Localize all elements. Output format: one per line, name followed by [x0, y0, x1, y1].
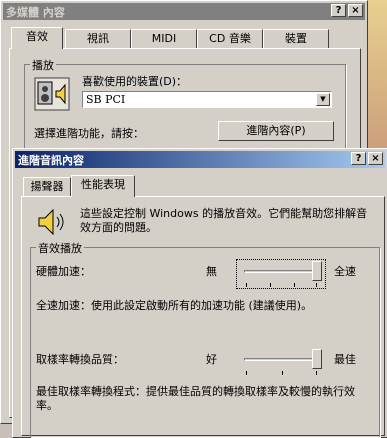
- src-quality-thumb[interactable]: [312, 349, 322, 369]
- audio-playback-group-title: 音效播放: [36, 240, 84, 256]
- preferred-device-value: SB PCI: [86, 93, 126, 106]
- src-quality-label: 取樣率轉換品質：: [36, 353, 124, 366]
- playback-speaker-icon: [34, 77, 70, 111]
- src-quality-tick: [282, 371, 283, 375]
- outer-close-button[interactable]: ×: [348, 4, 363, 17]
- inner-help-button[interactable]: ?: [351, 152, 366, 165]
- hw-accel-tick: [294, 283, 295, 287]
- outer-window-title: 多媒體 內容: [6, 5, 65, 19]
- hw-accel-tick: [316, 283, 317, 287]
- tab-midi[interactable]: MIDI: [131, 29, 197, 49]
- advanced-prompt-label: 選擇進階功能，請按：: [34, 127, 144, 140]
- hw-accel-tick: [270, 283, 271, 287]
- tab-speakers[interactable]: 揚聲器: [23, 177, 71, 197]
- src-quality-max-label: 最佳: [334, 353, 356, 366]
- hw-accel-description: 全速加速：使用此設定啟動所有的加速功能 (建議使用)。: [36, 299, 313, 312]
- preferred-device-label: 喜歡使用的裝置(D)：: [82, 75, 188, 88]
- tab-performance[interactable]: 性能表現: [71, 175, 135, 197]
- inner-tab-panel: 這些設定控制 Windows 的播放音效。它們能幫助您排解音效方面的問題。 音效…: [21, 196, 385, 437]
- inner-close-button[interactable]: ×: [368, 152, 383, 165]
- tab-devices[interactable]: 裝置: [263, 29, 329, 49]
- outer-titlebar[interactable]: 多媒體 內容 ? ×: [3, 3, 365, 20]
- hw-accel-label: 硬體加速：: [36, 265, 91, 278]
- src-quality-track: [244, 358, 320, 361]
- advanced-properties-button[interactable]: 進階內容(P): [218, 121, 334, 141]
- hw-accel-tick: [246, 283, 247, 287]
- hw-accel-max-label: 全速: [334, 265, 356, 278]
- tab-audio[interactable]: 音效: [11, 27, 63, 49]
- hw-accel-track: [244, 270, 320, 273]
- src-quality-description: 最佳取樣率轉換程式：提供最佳品質的轉換取樣率及較慢的執行效率。: [36, 385, 355, 412]
- outer-help-button[interactable]: ?: [331, 4, 346, 17]
- advanced-audio-properties-window: 進階音訊內容 ? × 揚聲器 性能表現 這些設定控制 Windows 的播放音效…: [12, 148, 387, 438]
- inner-window-title: 進階音訊內容: [18, 153, 84, 167]
- tab-cd-music[interactable]: CD 音樂: [197, 29, 263, 49]
- speaker-icon: [36, 207, 66, 237]
- src-quality-min-label: 好: [206, 353, 217, 366]
- inner-titlebar[interactable]: 進階音訊內容 ? ×: [15, 151, 385, 168]
- hw-accel-min-label: 無: [206, 265, 217, 278]
- playback-group-title: 播放: [30, 57, 56, 73]
- preferred-device-select[interactable]: SB PCI ▼: [82, 91, 332, 108]
- hw-accel-slider[interactable]: [242, 261, 322, 287]
- hw-accel-thumb[interactable]: [312, 261, 322, 281]
- tab-video[interactable]: 視訊: [65, 29, 131, 49]
- src-quality-tick: [246, 371, 247, 375]
- performance-description: 這些設定控制 Windows 的播放音效。它們能幫助您排解音效方面的問題。: [80, 207, 368, 234]
- src-quality-tick: [316, 371, 317, 375]
- chevron-down-icon[interactable]: ▼: [316, 93, 330, 106]
- src-quality-slider[interactable]: [242, 349, 322, 375]
